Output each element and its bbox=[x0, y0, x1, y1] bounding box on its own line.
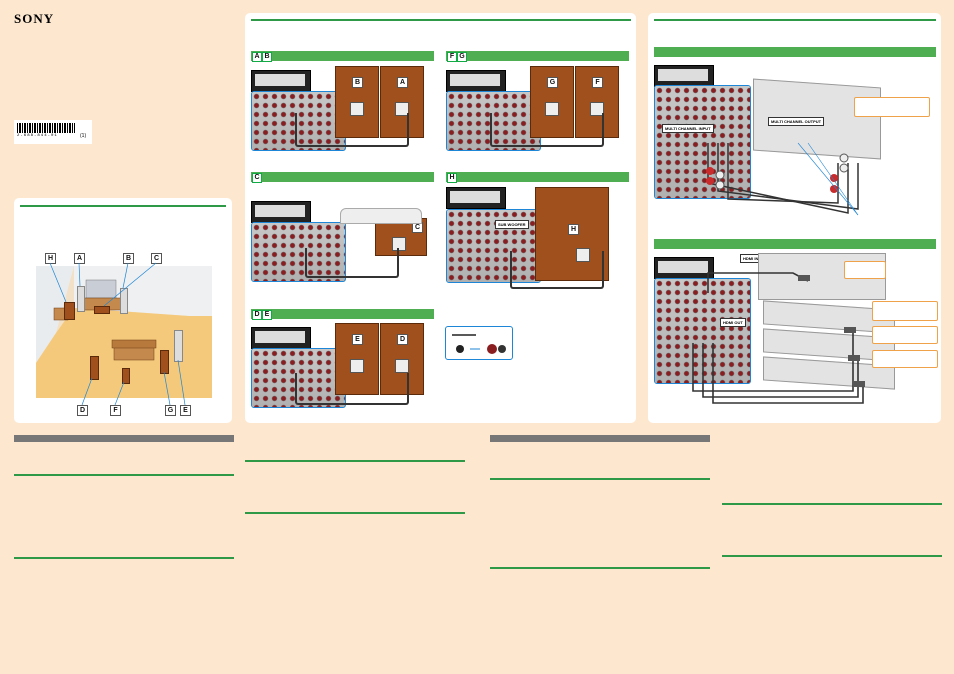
section-bar-de: D E bbox=[251, 309, 434, 320]
speaker-f-tag: F bbox=[592, 77, 603, 88]
hdmi-cables bbox=[692, 272, 865, 404]
cable-ab bbox=[295, 113, 409, 147]
cable-h bbox=[510, 251, 604, 289]
subwoofer-tag: H bbox=[568, 224, 579, 235]
tag-h: H bbox=[447, 173, 457, 183]
receiver-fg bbox=[446, 70, 506, 92]
tag-e: E bbox=[262, 310, 272, 320]
rule-8 bbox=[722, 555, 942, 557]
section-bar-ab: A B bbox=[251, 51, 434, 62]
rule-6 bbox=[490, 567, 710, 569]
leader-lines bbox=[49, 262, 186, 406]
barcode-number: 2-688-844-01 bbox=[17, 134, 58, 138]
cable-prep-inset bbox=[445, 326, 513, 360]
rule-2 bbox=[14, 557, 234, 559]
speaker-layout-panel: H A B C D F G E bbox=[14, 198, 232, 423]
section-header-bar-left bbox=[14, 435, 234, 442]
section-bar-fg: F G bbox=[446, 51, 629, 62]
tag-a: A bbox=[252, 52, 262, 62]
cable-c bbox=[305, 248, 399, 278]
panel-rule bbox=[251, 19, 631, 21]
speaker-b-tag: B bbox=[352, 77, 363, 88]
tv-on-center bbox=[340, 208, 422, 224]
rule-5 bbox=[490, 478, 710, 480]
barcode-bars bbox=[17, 123, 75, 133]
receiver-ab bbox=[251, 70, 311, 92]
rule-1 bbox=[14, 474, 234, 476]
receiver-h bbox=[446, 187, 506, 209]
cable-fg bbox=[490, 113, 604, 147]
speaker-a-tag: A bbox=[397, 77, 408, 88]
section-bar-h: H bbox=[446, 172, 629, 183]
rule-7 bbox=[722, 503, 942, 505]
receiver-de bbox=[251, 327, 311, 349]
rule-3 bbox=[245, 460, 465, 462]
rule-4 bbox=[245, 512, 465, 514]
speaker-d-tag: D bbox=[397, 334, 408, 345]
cable-de bbox=[295, 373, 409, 405]
receiver-c bbox=[251, 201, 311, 223]
tag-b: B bbox=[262, 52, 272, 62]
tag-d: D bbox=[252, 310, 262, 320]
barcode-suffix: (1) bbox=[80, 133, 87, 139]
speaker-connection-panel: A B B A F G G F C C H H SUB WOOFER D E E… bbox=[245, 13, 636, 423]
speaker-e-tag: E bbox=[352, 334, 363, 345]
sony-logo: SONY bbox=[14, 11, 55, 26]
subwoofer-callout: SUB WOOFER bbox=[495, 220, 529, 229]
section-bar-c: C bbox=[251, 172, 434, 183]
tag-f: F bbox=[447, 52, 457, 62]
section-header-bar-right bbox=[490, 435, 710, 442]
cable-prep-diagram bbox=[452, 334, 506, 354]
tag-c: C bbox=[252, 173, 262, 183]
component-connection-panel: MULTI CHANNEL INPUT MULTI CHANNEL OUTPUT… bbox=[648, 13, 941, 423]
barcode: 2-688-844-01 (1) bbox=[14, 120, 92, 144]
speaker-g-tag: G bbox=[547, 77, 558, 88]
tag-g: G bbox=[457, 52, 467, 62]
